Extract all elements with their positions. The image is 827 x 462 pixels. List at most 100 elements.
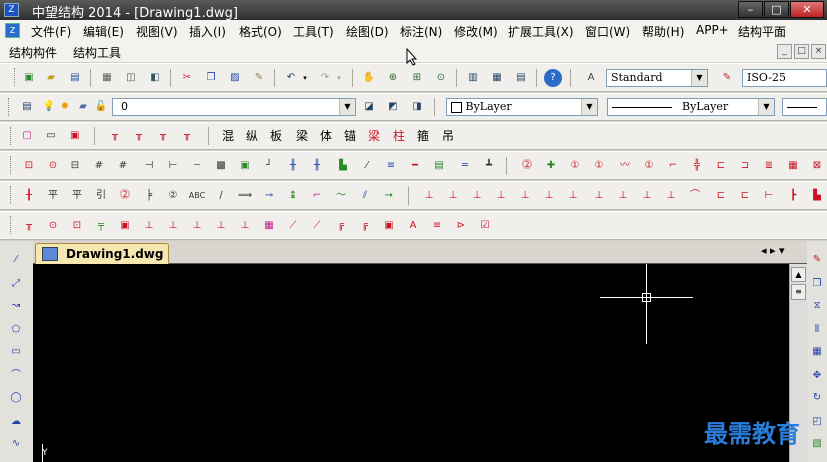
beam-3-icon[interactable]: ╥	[154, 127, 172, 145]
struct-char-9[interactable]: 箍	[415, 127, 431, 144]
equal-icon[interactable]: ≡	[382, 157, 400, 175]
col-5-icon[interactable]: ▣	[116, 217, 134, 235]
linetype-select[interactable]: ByLayer ▼	[607, 98, 775, 116]
rebar-13-icon[interactable]: ⊠	[808, 157, 826, 175]
wall-icon[interactable]: ╫	[284, 157, 302, 175]
dim-style-icon[interactable]: ✎	[718, 69, 736, 87]
tab-nav-arrows[interactable]: ◂ ▸ ▾	[761, 244, 785, 257]
grid-icon[interactable]: ⊟	[66, 157, 84, 175]
menu-struct-tools[interactable]: 结构工具	[73, 44, 121, 61]
found-6-icon[interactable]: ▦	[260, 217, 278, 235]
struct-char-10[interactable]: 吊	[440, 127, 456, 144]
tool-palette-icon[interactable]: ▤	[512, 69, 530, 87]
rebar-11-icon[interactable]: ≣	[760, 157, 778, 175]
zoom-window-icon[interactable]: ⊞	[408, 69, 426, 87]
text-style-select[interactable]: Standard ▼	[606, 69, 708, 87]
rotate-icon[interactable]: ↻	[808, 389, 826, 407]
maximize-button[interactable]: □	[764, 1, 789, 18]
axis-num-2-icon[interactable]: #	[114, 157, 132, 175]
col-1-icon[interactable]: ╥	[20, 217, 38, 235]
flag-icon[interactable]: ⊳	[452, 217, 470, 235]
column-frame-icon[interactable]: ▢	[18, 127, 36, 145]
tool-j-icon[interactable]: ⊸	[260, 187, 278, 205]
layer-previous-icon[interactable]: ◩	[384, 98, 402, 116]
doc-close-button[interactable]: ×	[811, 44, 826, 59]
dim-6-icon[interactable]: ⊥	[540, 187, 558, 205]
found-2-icon[interactable]: ⊥	[164, 217, 182, 235]
axis-num-icon[interactable]: #	[90, 157, 108, 175]
tool-o-icon[interactable]: ➙	[380, 187, 398, 205]
dim-2-icon[interactable]: ⊢	[164, 157, 182, 175]
layer-select[interactable]: 0 ▼	[112, 98, 356, 116]
menu-tools[interactable]: 工具(T)	[293, 23, 334, 40]
dim-3-icon[interactable]: ⊥	[468, 187, 486, 205]
polygon-icon[interactable]: ⬠	[7, 321, 25, 339]
layer-freeze-icon[interactable]: ✹	[56, 98, 74, 116]
line-icon[interactable]: ⁄	[7, 251, 25, 269]
found-1-icon[interactable]: ⊥	[140, 217, 158, 235]
dim-10-icon[interactable]: ⊥	[638, 187, 656, 205]
tool-n-icon[interactable]: ⫽	[356, 187, 374, 205]
found-5-icon[interactable]: ⊥	[236, 217, 254, 235]
pan-icon[interactable]: ✋	[360, 69, 378, 87]
rebar-2-icon[interactable]: ✚	[542, 157, 560, 175]
section-icon[interactable]: ┻	[480, 157, 498, 175]
layer-manager-icon[interactable]: ▤	[18, 98, 36, 116]
rebar-10-icon[interactable]: ⊐	[736, 157, 754, 175]
new-icon[interactable]: ▣	[20, 69, 38, 87]
zoom-previous-icon[interactable]: ⊙	[432, 69, 450, 87]
undo-dropdown-icon[interactable]: ▾	[300, 69, 310, 87]
print-icon[interactable]: ▦	[98, 69, 116, 87]
menu-modify[interactable]: 修改(M)	[454, 23, 498, 40]
found-10-icon[interactable]: ╔	[356, 217, 374, 235]
struct-char-8[interactable]: 柱	[391, 127, 407, 144]
tab-drawing1[interactable]: Drawing1.dwg	[35, 243, 169, 264]
bracket-3-icon[interactable]: ⊢	[760, 187, 778, 205]
blue-line-icon[interactable]: ═	[456, 157, 474, 175]
menu-help[interactable]: 帮助(H)	[642, 23, 684, 40]
help-icon[interactable]: ?	[544, 69, 562, 87]
dim-4-icon[interactable]: ⊥	[492, 187, 510, 205]
menu-window[interactable]: 窗口(W)	[585, 23, 630, 40]
dim-style-select[interactable]: ISO-25	[742, 69, 827, 87]
scale-icon[interactable]: ◰	[808, 413, 826, 431]
found-4-icon[interactable]: ⊥	[212, 217, 230, 235]
tool-e-icon[interactable]: ⓶	[116, 187, 134, 205]
color-select[interactable]: ByLayer ▼	[446, 98, 598, 116]
found-11-icon[interactable]: ▣	[380, 217, 398, 235]
redo-dropdown-icon[interactable]: ▾	[334, 69, 344, 87]
dim-1-icon[interactable]: ⊥	[420, 187, 438, 205]
rebar-7-icon[interactable]: ⌐	[664, 157, 682, 175]
dash-icon[interactable]: ┄	[188, 157, 206, 175]
bracket-icon[interactable]: ⊏	[712, 187, 730, 205]
revcloud-icon[interactable]: ☁	[7, 413, 25, 431]
stretch-icon[interactable]: ▧	[808, 435, 826, 453]
menu-file[interactable]: 文件(F)	[31, 23, 71, 40]
struct-char-3[interactable]: 板	[268, 127, 284, 144]
point-2-icon[interactable]: ⊙	[44, 157, 62, 175]
polyline-icon[interactable]: ↝	[7, 297, 25, 315]
tool-k-icon[interactable]: ↨	[284, 187, 302, 205]
open-icon[interactable]: ▰	[42, 69, 60, 87]
doc-menu-icon[interactable]: Z	[5, 23, 20, 38]
rebar-3-icon[interactable]: ①	[566, 157, 584, 175]
tool-l-icon[interactable]: ⌐	[308, 187, 326, 205]
offset-icon[interactable]: ⫴	[808, 321, 826, 339]
tool-i-icon[interactable]: ⟹	[236, 187, 254, 205]
struct-char-7[interactable]: 梁	[366, 127, 382, 144]
menu-insert[interactable]: 插入(I)	[189, 23, 226, 40]
beam-2-icon[interactable]: ╥	[130, 127, 148, 145]
dim-9-icon[interactable]: ⊥	[614, 187, 632, 205]
rebar-1-icon[interactable]: ⓶	[518, 157, 536, 175]
tool-d-icon[interactable]: 引	[92, 187, 110, 205]
dim-2b-icon[interactable]: ⊥	[444, 187, 462, 205]
layer-state-icon[interactable]: ◨	[408, 98, 426, 116]
menu-struct-members[interactable]: 结构构件	[9, 44, 57, 61]
found-7-icon[interactable]: ⟋	[284, 217, 302, 235]
dim-7-icon[interactable]: ⊥	[564, 187, 582, 205]
menu-draw[interactable]: 绘图(D)	[346, 23, 389, 40]
check-icon[interactable]: ☑	[476, 217, 494, 235]
abc-text-icon[interactable]: ABC	[188, 187, 206, 205]
struct-char-5[interactable]: 体	[318, 127, 334, 144]
move-icon[interactable]: ✥	[808, 367, 826, 385]
